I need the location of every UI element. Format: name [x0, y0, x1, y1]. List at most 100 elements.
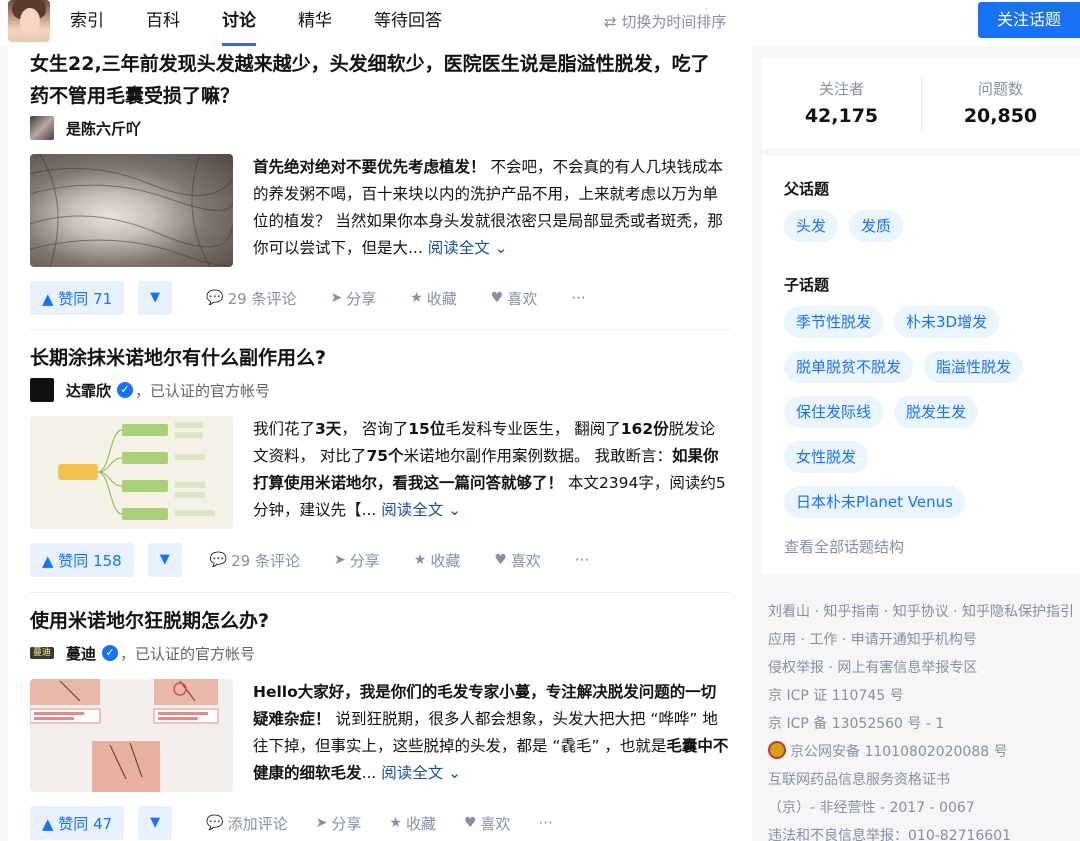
topic-chip[interactable]: 保住发际线	[784, 396, 884, 428]
question-title[interactable]: 使用米诺地尔狂脱期怎么办?	[30, 605, 730, 637]
topic-chip[interactable]: 脱发生发	[894, 396, 979, 428]
topic-chip[interactable]: 脱单脱贫不脱发	[784, 351, 914, 383]
author-info: 达霏欣 ✓ ，已认证的官方帐号	[30, 377, 730, 403]
icp-record[interactable]: 京 ICP 备 13052560 号 - 1	[768, 710, 1080, 738]
answer-content: 我们花了3天， 咨询了15位毛发科专业医生， 翻阅了162份脱发论文资料， 对比…	[30, 416, 730, 529]
tab-waiting-answers[interactable]: 等待回答	[374, 0, 442, 46]
answer-actions: ▲ 赞同 158 ▼ 💬 29 条评论 ➤ 分享 ★ 收藏 ♥ 喜欢 ···	[30, 543, 730, 577]
topic-tabs: 索引 百科 讨论 精华 等待回答	[70, 0, 484, 46]
answer-excerpt[interactable]: 我们花了3天， 咨询了15位毛发科专业医生， 翻阅了162份脱发论文资料， 对比…	[253, 416, 730, 529]
footer-links[interactable]: 刘看山 · 知乎指南 · 知乎协议 · 知乎隐私保护指引	[768, 598, 1080, 626]
topic-chip[interactable]: 日本朴未Planet Venus	[784, 486, 965, 518]
avatar[interactable]	[30, 116, 54, 140]
site-footer: 刘看山 · 知乎指南 · 知乎协议 · 知乎隐私保护指引 应用 · 工作 · 申…	[768, 598, 1080, 841]
topic-avatar	[8, 0, 50, 42]
downvote-button[interactable]: ▼	[147, 543, 182, 577]
more-button[interactable]: ···	[539, 814, 553, 832]
upvote-button[interactable]: ▲ 赞同 71	[30, 281, 125, 315]
upvote-button[interactable]: ▲ 赞同 47	[30, 806, 125, 840]
topic-chip-hair-quality[interactable]: 发质	[849, 210, 904, 242]
skin-diagram-image	[30, 679, 219, 792]
author-name[interactable]: 是陈六斤吖	[66, 118, 141, 139]
answer-actions: ▲ 赞同 47 ▼ 💬 添加评论 ➤ 分享 ★ 收藏 ♥ 喜欢 ···	[30, 806, 730, 840]
questions-stat[interactable]: 问题数 20,850	[921, 78, 1080, 127]
downvote-button[interactable]: ▼	[138, 806, 173, 840]
icp-license[interactable]: 京 ICP 证 110745 号	[768, 682, 1080, 710]
answer-thumbnail[interactable]	[30, 679, 233, 792]
verified-icon: ✓	[102, 645, 119, 661]
topic-chip[interactable]: 脂溢性脱发	[924, 351, 1024, 383]
topic-chip[interactable]: 朴未3D增发	[894, 306, 1000, 338]
drug-info-license[interactable]: 互联网药品信息服务资格证书	[768, 766, 1080, 794]
topic-chip-hair[interactable]: 头发	[784, 210, 839, 242]
report-hotline: 违法和不良信息举报：010-82716601	[768, 828, 1012, 841]
hair-texture	[30, 154, 233, 267]
share-icon: ➤	[334, 552, 346, 568]
mindmap-image	[58, 422, 215, 520]
upvote-button[interactable]: ▲ 赞同 158	[30, 543, 134, 577]
topic-stats-card: 关注者 42,175 问题数 20,850	[762, 58, 1080, 148]
answer-thumbnail[interactable]	[30, 416, 233, 529]
more-button[interactable]: ···	[575, 551, 589, 569]
comments-button[interactable]: 💬 添加评论	[206, 813, 287, 834]
answer-excerpt[interactable]: Hello大家好，我是你们的毛发专家小蔓，专注解决脱发问题的一切疑难杂症！ 说到…	[253, 679, 730, 792]
collect-button[interactable]: ★ 收藏	[389, 813, 436, 834]
divider	[30, 329, 730, 330]
share-button[interactable]: ➤ 分享	[316, 813, 362, 834]
collect-button[interactable]: ★ 收藏	[414, 550, 461, 571]
triangle-down-icon: ▼	[150, 290, 161, 305]
divider	[30, 592, 730, 593]
more-button[interactable]: ···	[571, 289, 585, 307]
sort-toggle-button[interactable]: ⇄ 切换为时间排序	[604, 11, 726, 32]
police-badge-icon	[768, 741, 786, 759]
top-bar: 索引 百科 讨论 精华 等待回答 ⇄ 切换为时间排序 关注话题	[0, 0, 1080, 46]
downvote-button[interactable]: ▼	[138, 281, 173, 315]
follow-topic-button[interactable]: 关注话题	[978, 2, 1080, 38]
like-button[interactable]: ♥ 喜欢	[464, 813, 511, 834]
comment-icon: 💬	[209, 552, 228, 568]
tab-discussion[interactable]: 讨论	[222, 0, 256, 46]
tab-wiki[interactable]: 百科	[146, 0, 180, 46]
collect-button[interactable]: ★ 收藏	[410, 288, 457, 309]
list-item: 女生22,三年前发现头发越来越少，头发细软少，医院医生说是脂溢性脱发，吃了 药不…	[30, 48, 730, 315]
heart-icon: ♥	[490, 290, 504, 306]
share-button[interactable]: ➤ 分享	[330, 288, 376, 309]
triangle-down-icon: ▼	[150, 815, 161, 830]
drug-info-license-number: （京）- 非经营性 - 2017 - 0067	[768, 800, 975, 816]
author-name[interactable]: 蔓迪	[66, 643, 96, 664]
author-name[interactable]: 达霏欣	[66, 380, 111, 401]
like-button[interactable]: ♥ 喜欢	[491, 288, 538, 309]
comment-icon: 💬	[206, 815, 224, 831]
footer-links[interactable]: 侵权举报 · 网上有害信息举报专区	[768, 654, 1080, 682]
list-item: 使用米诺地尔狂脱期怎么办? 蔓迪 蔓迪 ✓ ，已认证的官方帐号 Hello大家好…	[30, 605, 730, 840]
tab-index[interactable]: 索引	[70, 0, 104, 46]
question-title[interactable]: 女生22,三年前发现头发越来越少，头发细软少，医院医生说是脂溢性脱发，吃了 药不…	[30, 48, 730, 112]
share-button[interactable]: ➤ 分享	[334, 550, 380, 571]
author-info: 蔓迪 蔓迪 ✓ ，已认证的官方帐号	[30, 640, 730, 666]
star-icon: ★	[389, 815, 402, 831]
avatar[interactable]: 蔓迪	[30, 647, 54, 659]
questions-count: 20,850	[963, 105, 1038, 127]
answer-thumbnail[interactable]	[30, 154, 233, 267]
comments-button[interactable]: 💬 29 条评论	[210, 550, 300, 571]
police-record[interactable]: 京公网安备 11010802020088 号	[768, 738, 1080, 766]
topic-chip[interactable]: 季节性脱发	[784, 306, 884, 338]
footer-links[interactable]: 应用 · 工作 · 申请开通知乎机构号	[768, 626, 1080, 654]
question-title[interactable]: 长期涂抹米诺地尔有什么副作用么?	[30, 342, 730, 374]
heart-icon: ♥	[494, 552, 507, 568]
read-more-link[interactable]: 阅读全文 ⌄	[381, 764, 461, 782]
comments-button[interactable]: 💬 29 条评论	[206, 288, 296, 309]
answer-excerpt[interactable]: 首先绝对绝对不要优先考虑植发！ 不会吧，不会真的有人几块钱成本的养发粥不喝，百十…	[253, 154, 730, 267]
topic-chip[interactable]: 女性脱发	[784, 441, 869, 473]
followers-count: 42,175	[804, 105, 879, 127]
triangle-down-icon: ▼	[159, 552, 170, 567]
view-all-topics-link[interactable]: 查看全部话题结构	[784, 536, 904, 557]
followers-stat[interactable]: 关注者 42,175	[762, 78, 921, 127]
read-more-link[interactable]: 阅读全文 ⌄	[381, 501, 461, 519]
read-more-link[interactable]: 阅读全文 ⌄	[428, 239, 508, 257]
avatar[interactable]	[30, 378, 54, 402]
tab-featured[interactable]: 精华	[298, 0, 332, 46]
author-tag: ，已认证的官方帐号	[135, 381, 271, 400]
like-button[interactable]: ♥ 喜欢	[494, 550, 541, 571]
star-icon: ★	[413, 552, 427, 568]
